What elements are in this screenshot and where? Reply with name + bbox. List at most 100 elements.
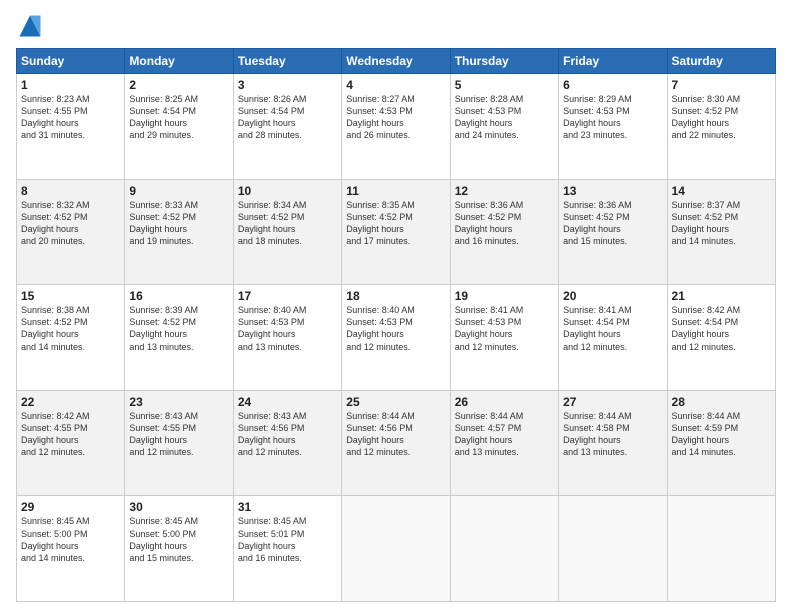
page: SundayMondayTuesdayWednesdayThursdayFrid… bbox=[0, 0, 792, 612]
calendar-header-row: SundayMondayTuesdayWednesdayThursdayFrid… bbox=[17, 49, 776, 74]
day-cell: 17 Sunrise: 8:40 AMSunset: 4:53 PMDayligh… bbox=[233, 285, 341, 391]
day-number: 4 bbox=[346, 78, 445, 92]
day-number: 24 bbox=[238, 395, 337, 409]
day-info: Sunrise: 8:45 AMSunset: 5:00 PMDaylight … bbox=[129, 516, 198, 562]
header bbox=[16, 12, 776, 40]
day-number: 23 bbox=[129, 395, 228, 409]
logo bbox=[16, 12, 48, 40]
week-row-4: 22Sunrise: 8:42 AMSunset: 4:55 PMDayligh… bbox=[17, 390, 776, 496]
day-info: Sunrise: 8:43 AMSunset: 4:56 PMDaylight … bbox=[238, 411, 307, 457]
week-row-3: 15 Sunrise: 8:38 AMSunset: 4:52 PMDayligh… bbox=[17, 285, 776, 391]
day-cell: 10 Sunrise: 8:34 AMSunset: 4:52 PMDayligh… bbox=[233, 179, 341, 285]
day-info: Sunrise: 8:36 AMSunset: 4:52 PMDaylight … bbox=[563, 200, 632, 246]
day-number: 14 bbox=[672, 184, 771, 198]
day-cell: 8 Sunrise: 8:32 AMSunset: 4:52 PMDaylight… bbox=[17, 179, 125, 285]
day-info: Sunrise: 8:45 AMSunset: 5:01 PMDaylight … bbox=[238, 516, 307, 562]
day-number: 15 bbox=[21, 289, 120, 303]
day-number: 25 bbox=[346, 395, 445, 409]
day-cell: 26 Sunrise: 8:44 AMSunset: 4:57 PMDayligh… bbox=[450, 390, 558, 496]
day-number: 9 bbox=[129, 184, 228, 198]
day-info: Sunrise: 8:28 AMSunset: 4:53 PMDaylight … bbox=[455, 94, 524, 140]
day-number: 22 bbox=[21, 395, 120, 409]
day-cell bbox=[559, 496, 667, 602]
day-cell: 2 Sunrise: 8:25 AMSunset: 4:54 PMDaylight… bbox=[125, 74, 233, 180]
day-number: 12 bbox=[455, 184, 554, 198]
day-cell: 28 Sunrise: 8:44 AMSunset: 4:59 PMDayligh… bbox=[667, 390, 775, 496]
day-cell: 30 Sunrise: 8:45 AMSunset: 5:00 PMDayligh… bbox=[125, 496, 233, 602]
day-cell bbox=[667, 496, 775, 602]
day-info: Sunrise: 8:38 AMSunset: 4:52 PMDaylight … bbox=[21, 305, 90, 351]
day-cell: 21 Sunrise: 8:42 AMSunset: 4:54 PMDayligh… bbox=[667, 285, 775, 391]
day-info: Sunrise: 8:29 AMSunset: 4:53 PMDaylight … bbox=[563, 94, 632, 140]
day-info: Sunrise: 8:34 AMSunset: 4:52 PMDaylight … bbox=[238, 200, 307, 246]
day-number: 3 bbox=[238, 78, 337, 92]
week-row-5: 29 Sunrise: 8:45 AMSunset: 5:00 PMDayligh… bbox=[17, 496, 776, 602]
col-header-friday: Friday bbox=[559, 49, 667, 74]
col-header-thursday: Thursday bbox=[450, 49, 558, 74]
day-info: Sunrise: 8:40 AMSunset: 4:53 PMDaylight … bbox=[346, 305, 415, 351]
day-cell: 16 Sunrise: 8:39 AMSunset: 4:52 PMDayligh… bbox=[125, 285, 233, 391]
day-info: Sunrise: 8:37 AMSunset: 4:52 PMDaylight … bbox=[672, 200, 741, 246]
day-cell: 11 Sunrise: 8:35 AMSunset: 4:52 PMDayligh… bbox=[342, 179, 450, 285]
day-cell: 23 Sunrise: 8:43 AMSunset: 4:55 PMDayligh… bbox=[125, 390, 233, 496]
day-cell: 1 Sunrise: 8:23 AMSunset: 4:55 PMDaylight… bbox=[17, 74, 125, 180]
col-header-sunday: Sunday bbox=[17, 49, 125, 74]
day-info: Sunrise: 8:43 AMSunset: 4:55 PMDaylight … bbox=[129, 411, 198, 457]
col-header-monday: Monday bbox=[125, 49, 233, 74]
day-cell: 7Sunrise: 8:30 AMSunset: 4:52 PMDaylight… bbox=[667, 74, 775, 180]
day-info: Sunrise: 8:41 AMSunset: 4:54 PMDaylight … bbox=[563, 305, 632, 351]
day-number: 10 bbox=[238, 184, 337, 198]
day-number: 17 bbox=[238, 289, 337, 303]
day-number: 2 bbox=[129, 78, 228, 92]
day-number: 8 bbox=[21, 184, 120, 198]
day-number: 29 bbox=[21, 500, 120, 514]
day-cell: 6 Sunrise: 8:29 AMSunset: 4:53 PMDaylight… bbox=[559, 74, 667, 180]
day-cell: 27 Sunrise: 8:44 AMSunset: 4:58 PMDayligh… bbox=[559, 390, 667, 496]
day-cell: 9 Sunrise: 8:33 AMSunset: 4:52 PMDaylight… bbox=[125, 179, 233, 285]
day-cell: 24 Sunrise: 8:43 AMSunset: 4:56 PMDayligh… bbox=[233, 390, 341, 496]
day-info: Sunrise: 8:41 AMSunset: 4:53 PMDaylight … bbox=[455, 305, 524, 351]
day-number: 26 bbox=[455, 395, 554, 409]
col-header-tuesday: Tuesday bbox=[233, 49, 341, 74]
day-info: Sunrise: 8:33 AMSunset: 4:52 PMDaylight … bbox=[129, 200, 198, 246]
day-info: Sunrise: 8:26 AMSunset: 4:54 PMDaylight … bbox=[238, 94, 307, 140]
day-cell: 3 Sunrise: 8:26 AMSunset: 4:54 PMDaylight… bbox=[233, 74, 341, 180]
day-number: 11 bbox=[346, 184, 445, 198]
day-number: 18 bbox=[346, 289, 445, 303]
day-info: Sunrise: 8:25 AMSunset: 4:54 PMDaylight … bbox=[129, 94, 198, 140]
day-info: Sunrise: 8:44 AMSunset: 4:58 PMDaylight … bbox=[563, 411, 632, 457]
day-info: Sunrise: 8:27 AMSunset: 4:53 PMDaylight … bbox=[346, 94, 415, 140]
day-info: Sunrise: 8:32 AMSunset: 4:52 PMDaylight … bbox=[21, 200, 90, 246]
day-info: Sunrise: 8:40 AMSunset: 4:53 PMDaylight … bbox=[238, 305, 307, 351]
day-number: 21 bbox=[672, 289, 771, 303]
day-number: 19 bbox=[455, 289, 554, 303]
day-number: 20 bbox=[563, 289, 662, 303]
day-number: 6 bbox=[563, 78, 662, 92]
day-number: 16 bbox=[129, 289, 228, 303]
day-cell: 19 Sunrise: 8:41 AMSunset: 4:53 PMDayligh… bbox=[450, 285, 558, 391]
day-cell bbox=[450, 496, 558, 602]
day-info: Sunrise: 8:23 AMSunset: 4:55 PMDaylight … bbox=[21, 94, 90, 140]
day-info: Sunrise: 8:42 AMSunset: 4:54 PMDaylight … bbox=[672, 305, 741, 351]
day-number: 27 bbox=[563, 395, 662, 409]
day-number: 28 bbox=[672, 395, 771, 409]
day-cell: 31Sunrise: 8:45 AMSunset: 5:01 PMDayligh… bbox=[233, 496, 341, 602]
day-cell: 4 Sunrise: 8:27 AMSunset: 4:53 PMDaylight… bbox=[342, 74, 450, 180]
day-cell: 22Sunrise: 8:42 AMSunset: 4:55 PMDayligh… bbox=[17, 390, 125, 496]
day-number: 30 bbox=[129, 500, 228, 514]
day-cell: 20 Sunrise: 8:41 AMSunset: 4:54 PMDayligh… bbox=[559, 285, 667, 391]
col-header-saturday: Saturday bbox=[667, 49, 775, 74]
day-cell: 12Sunrise: 8:36 AMSunset: 4:52 PMDayligh… bbox=[450, 179, 558, 285]
day-number: 1 bbox=[21, 78, 120, 92]
logo-icon bbox=[16, 12, 44, 40]
day-info: Sunrise: 8:44 AMSunset: 4:57 PMDaylight … bbox=[455, 411, 524, 457]
day-cell: 18 Sunrise: 8:40 AMSunset: 4:53 PMDayligh… bbox=[342, 285, 450, 391]
day-info: Sunrise: 8:45 AMSunset: 5:00 PMDaylight … bbox=[21, 516, 90, 562]
day-info: Sunrise: 8:44 AMSunset: 4:56 PMDaylight … bbox=[346, 411, 415, 457]
day-info: Sunrise: 8:35 AMSunset: 4:52 PMDaylight … bbox=[346, 200, 415, 246]
day-info: Sunrise: 8:39 AMSunset: 4:52 PMDaylight … bbox=[129, 305, 198, 351]
day-cell: 5Sunrise: 8:28 AMSunset: 4:53 PMDaylight… bbox=[450, 74, 558, 180]
day-info: Sunrise: 8:44 AMSunset: 4:59 PMDaylight … bbox=[672, 411, 741, 457]
week-row-2: 8 Sunrise: 8:32 AMSunset: 4:52 PMDaylight… bbox=[17, 179, 776, 285]
day-cell: 15 Sunrise: 8:38 AMSunset: 4:52 PMDayligh… bbox=[17, 285, 125, 391]
